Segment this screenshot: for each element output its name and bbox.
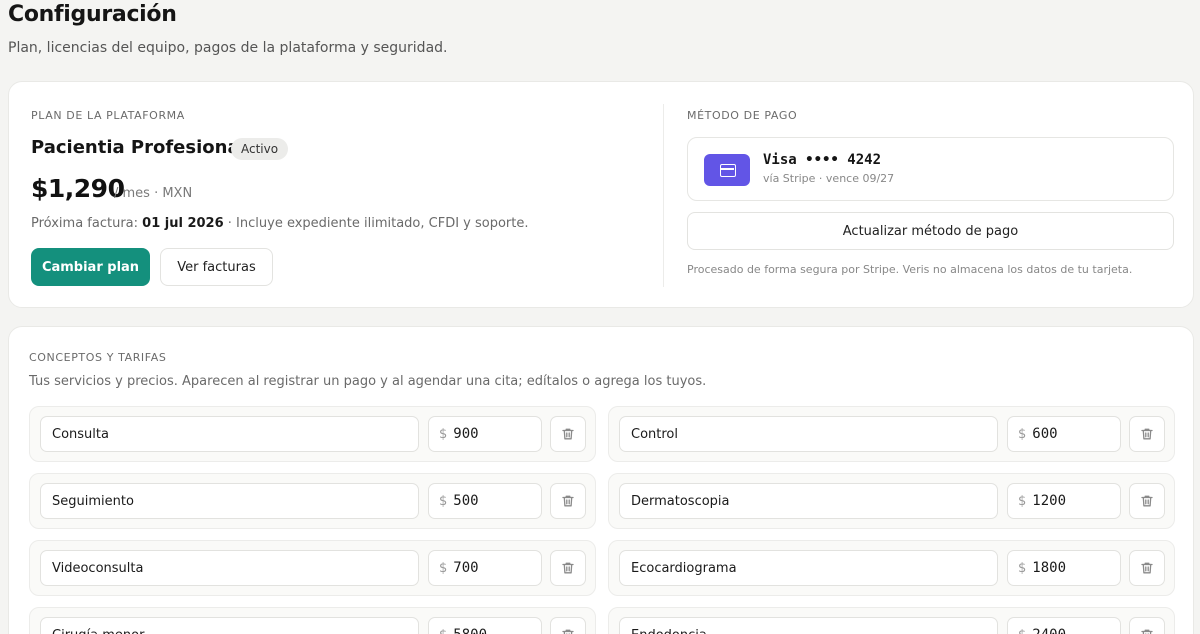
trash-icon bbox=[1141, 562, 1153, 574]
trash-icon bbox=[562, 562, 574, 574]
page-title: Configuración bbox=[8, 2, 177, 27]
card-provider-expiry: vía Stripe · vence 09/27 bbox=[763, 172, 895, 185]
tarifa-row: Videoconsulta $ 700 bbox=[29, 540, 596, 596]
section-divider bbox=[663, 104, 664, 287]
concept-price-input[interactable]: $ 600 bbox=[1007, 416, 1121, 452]
trash-icon bbox=[1141, 495, 1153, 507]
plan-name: Pacientia Profesional bbox=[31, 137, 246, 158]
concept-price-input[interactable]: $ 5800 bbox=[428, 617, 542, 634]
next-invoice-line: Próxima factura: 01 jul 2026 · Incluye e… bbox=[31, 216, 529, 231]
trash-icon bbox=[562, 495, 574, 507]
delete-concept-button[interactable] bbox=[1129, 617, 1165, 634]
delete-concept-button[interactable] bbox=[550, 550, 586, 586]
trash-icon bbox=[562, 629, 574, 634]
delete-concept-button[interactable] bbox=[550, 483, 586, 519]
concept-price-value: 1800 bbox=[1032, 560, 1066, 576]
plan-includes-note: · Incluye expediente ilimitado, CFDI y s… bbox=[227, 216, 529, 231]
trash-icon bbox=[562, 428, 574, 440]
tarifa-row: Cirugía menor $ 5800 bbox=[29, 607, 596, 634]
tarifa-row: Consulta $ 900 bbox=[29, 406, 596, 462]
next-invoice-label: Próxima factura: bbox=[31, 216, 139, 231]
concept-price-value: 1200 bbox=[1032, 493, 1066, 509]
tarifas-section-label: Conceptos y tarifas bbox=[29, 351, 167, 364]
delete-concept-button[interactable] bbox=[1129, 483, 1165, 519]
payment-section-label: Método de pago bbox=[687, 109, 798, 122]
credit-card-icon bbox=[704, 154, 750, 186]
tarifas-card: Conceptos y tarifas Tus servicios y prec… bbox=[8, 326, 1194, 634]
concept-name-input[interactable]: Dermatoscopia bbox=[619, 483, 998, 519]
next-invoice-date: 01 jul 2026 bbox=[142, 216, 224, 231]
tarifas-description: Tus servicios y precios. Aparecen al reg… bbox=[29, 374, 707, 389]
concept-price-input[interactable]: $ 500 bbox=[428, 483, 542, 519]
concept-price-input[interactable]: $ 1800 bbox=[1007, 550, 1121, 586]
currency-symbol: $ bbox=[439, 628, 447, 634]
view-invoices-button[interactable]: Ver facturas bbox=[160, 248, 273, 286]
concept-name-input[interactable]: Videoconsulta bbox=[40, 550, 419, 586]
concept-name-input[interactable]: Consulta bbox=[40, 416, 419, 452]
concept-price-value: 600 bbox=[1032, 426, 1058, 442]
trash-icon bbox=[1141, 629, 1153, 634]
concept-price-input[interactable]: $ 2400 bbox=[1007, 617, 1121, 634]
payment-method-box: Visa •••• 4242 vía Stripe · vence 09/27 bbox=[687, 137, 1174, 201]
delete-concept-button[interactable] bbox=[1129, 416, 1165, 452]
concept-name-input[interactable]: Cirugía menor bbox=[40, 617, 419, 634]
tarifa-row: Ecocardiograma $ 1800 bbox=[608, 540, 1175, 596]
page-subtitle: Plan, licencias del equipo, pagos de la … bbox=[8, 40, 448, 56]
concept-price-input[interactable]: $ 700 bbox=[428, 550, 542, 586]
currency-symbol: $ bbox=[1018, 426, 1027, 442]
tarifa-row: Dermatoscopia $ 1200 bbox=[608, 473, 1175, 529]
concept-price-value: 500 bbox=[453, 493, 479, 509]
concept-price-input[interactable]: $ 1200 bbox=[1007, 483, 1121, 519]
plan-card: Plan de la plataforma Pacientia Profesio… bbox=[8, 81, 1194, 308]
currency-symbol: $ bbox=[1018, 493, 1027, 509]
concept-price-value: 2400 bbox=[1032, 627, 1066, 634]
concept-price-value: 700 bbox=[453, 560, 479, 576]
status-badge: Activo bbox=[231, 138, 289, 160]
tarifa-row: Endodoncia $ 2400 bbox=[608, 607, 1175, 634]
currency-symbol: $ bbox=[1018, 628, 1026, 634]
plan-price: $1,290 bbox=[31, 174, 125, 203]
concept-name-input[interactable]: Control bbox=[619, 416, 998, 452]
concept-price-input[interactable]: $ 900 bbox=[428, 416, 542, 452]
concept-price-value: 5800 bbox=[453, 627, 487, 634]
plan-price-unit: / mes · MXN bbox=[114, 186, 193, 201]
currency-symbol: $ bbox=[1018, 560, 1027, 576]
plan-section-label: Plan de la plataforma bbox=[31, 109, 185, 122]
concept-name-input[interactable]: Endodoncia bbox=[619, 617, 998, 634]
tarifa-row: Control $ 600 bbox=[608, 406, 1175, 462]
delete-concept-button[interactable] bbox=[550, 617, 586, 634]
change-plan-button[interactable]: Cambiar plan bbox=[31, 248, 150, 286]
currency-symbol: $ bbox=[439, 493, 448, 509]
concept-price-value: 900 bbox=[453, 426, 479, 442]
card-brand-number: Visa •••• 4242 bbox=[763, 152, 882, 168]
concept-name-input[interactable]: Seguimiento bbox=[40, 483, 419, 519]
currency-symbol: $ bbox=[439, 560, 448, 576]
currency-symbol: $ bbox=[439, 426, 448, 442]
concept-name-input[interactable]: Ecocardiograma bbox=[619, 550, 998, 586]
secure-payment-note: Procesado de forma segura por Stripe. Ve… bbox=[687, 263, 1133, 276]
delete-concept-button[interactable] bbox=[550, 416, 586, 452]
tarifa-row: Seguimiento $ 500 bbox=[29, 473, 596, 529]
trash-icon bbox=[1141, 428, 1153, 440]
update-payment-method-button[interactable]: Actualizar método de pago bbox=[687, 212, 1174, 250]
delete-concept-button[interactable] bbox=[1129, 550, 1165, 586]
